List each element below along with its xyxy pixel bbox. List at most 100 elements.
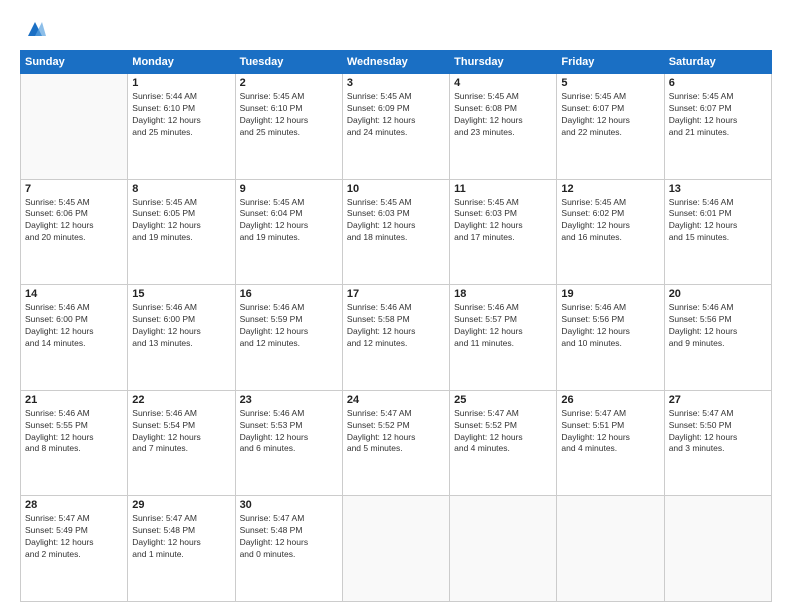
day-info: Sunrise: 5:47 AM Sunset: 5:50 PM Dayligh… xyxy=(669,408,767,456)
day-info: Sunrise: 5:45 AM Sunset: 6:05 PM Dayligh… xyxy=(132,197,230,245)
weekday-header-thursday: Thursday xyxy=(450,51,557,74)
weekday-header-saturday: Saturday xyxy=(664,51,771,74)
calendar-cell: 11 Sunrise: 5:45 AM Sunset: 6:03 PM Dayli… xyxy=(450,179,557,285)
day-info: Sunrise: 5:45 AM Sunset: 6:08 PM Dayligh… xyxy=(454,91,552,139)
weekday-header-wednesday: Wednesday xyxy=(342,51,449,74)
day-number: 27 xyxy=(669,394,767,406)
day-number: 19 xyxy=(561,288,659,300)
calendar-cell: 20 Sunrise: 5:46 AM Sunset: 5:56 PM Dayli… xyxy=(664,285,771,391)
header xyxy=(20,18,772,40)
weekday-header-monday: Monday xyxy=(128,51,235,74)
day-number: 9 xyxy=(240,183,338,195)
day-number: 29 xyxy=(132,499,230,511)
week-row-4: 21Sunrise: 5:46 AM Sunset: 5:55 PM Dayli… xyxy=(21,390,772,496)
calendar-cell: 9Sunrise: 5:45 AM Sunset: 6:04 PM Daylig… xyxy=(235,179,342,285)
day-number: 1 xyxy=(132,77,230,89)
day-number: 2 xyxy=(240,77,338,89)
calendar-cell: 12 Sunrise: 5:45 AM Sunset: 6:02 PM Dayli… xyxy=(557,179,664,285)
calendar-cell: 25Sunrise: 5:47 AM Sunset: 5:52 PM Dayli… xyxy=(450,390,557,496)
day-info: Sunrise: 5:46 AM Sunset: 5:59 PM Dayligh… xyxy=(240,302,338,350)
calendar-cell: 3Sunrise: 5:45 AM Sunset: 6:09 PM Daylig… xyxy=(342,74,449,180)
day-number: 7 xyxy=(25,183,123,195)
day-number: 10 xyxy=(347,183,445,195)
day-info: Sunrise: 5:45 AM Sunset: 6:03 PM Dayligh… xyxy=(454,197,552,245)
calendar-cell: 18 Sunrise: 5:46 AM Sunset: 5:57 PM Dayli… xyxy=(450,285,557,391)
calendar-cell: 26 Sunrise: 5:47 AM Sunset: 5:51 PM Dayli… xyxy=(557,390,664,496)
weekday-header-tuesday: Tuesday xyxy=(235,51,342,74)
day-number: 6 xyxy=(669,77,767,89)
calendar-cell: 22Sunrise: 5:46 AM Sunset: 5:54 PM Dayli… xyxy=(128,390,235,496)
calendar-cell: 28Sunrise: 5:47 AM Sunset: 5:49 PM Dayli… xyxy=(21,496,128,602)
day-info: Sunrise: 5:46 AM Sunset: 5:58 PM Dayligh… xyxy=(347,302,445,350)
calendar-cell: 2 Sunrise: 5:45 AM Sunset: 6:10 PM Daylig… xyxy=(235,74,342,180)
day-info: Sunrise: 5:47 AM Sunset: 5:52 PM Dayligh… xyxy=(347,408,445,456)
calendar-cell: 23 Sunrise: 5:46 AM Sunset: 5:53 PM Dayli… xyxy=(235,390,342,496)
week-row-3: 14 Sunrise: 5:46 AM Sunset: 6:00 PM Dayli… xyxy=(21,285,772,391)
calendar-cell xyxy=(450,496,557,602)
calendar-cell: 6 Sunrise: 5:45 AM Sunset: 6:07 PM Daylig… xyxy=(664,74,771,180)
calendar-cell xyxy=(21,74,128,180)
day-number: 25 xyxy=(454,394,552,406)
calendar-cell: 16 Sunrise: 5:46 AM Sunset: 5:59 PM Dayli… xyxy=(235,285,342,391)
day-info: Sunrise: 5:46 AM Sunset: 6:00 PM Dayligh… xyxy=(25,302,123,350)
calendar-cell: 13 Sunrise: 5:46 AM Sunset: 6:01 PM Dayli… xyxy=(664,179,771,285)
calendar-cell xyxy=(557,496,664,602)
calendar-cell: 17 Sunrise: 5:46 AM Sunset: 5:58 PM Dayli… xyxy=(342,285,449,391)
day-info: Sunrise: 5:46 AM Sunset: 5:56 PM Dayligh… xyxy=(669,302,767,350)
day-info: Sunrise: 5:45 AM Sunset: 6:03 PM Dayligh… xyxy=(347,197,445,245)
calendar-cell: 8 Sunrise: 5:45 AM Sunset: 6:05 PM Daylig… xyxy=(128,179,235,285)
day-number: 24 xyxy=(347,394,445,406)
day-number: 14 xyxy=(25,288,123,300)
calendar-table: SundayMondayTuesdayWednesdayThursdayFrid… xyxy=(20,50,772,602)
week-row-5: 28Sunrise: 5:47 AM Sunset: 5:49 PM Dayli… xyxy=(21,496,772,602)
day-number: 12 xyxy=(561,183,659,195)
day-number: 3 xyxy=(347,77,445,89)
day-number: 4 xyxy=(454,77,552,89)
logo xyxy=(20,18,46,40)
calendar-cell: 24 Sunrise: 5:47 AM Sunset: 5:52 PM Dayli… xyxy=(342,390,449,496)
day-info: Sunrise: 5:45 AM Sunset: 6:07 PM Dayligh… xyxy=(561,91,659,139)
day-info: Sunrise: 5:47 AM Sunset: 5:48 PM Dayligh… xyxy=(240,513,338,561)
day-number: 11 xyxy=(454,183,552,195)
day-number: 20 xyxy=(669,288,767,300)
day-number: 5 xyxy=(561,77,659,89)
day-number: 15 xyxy=(132,288,230,300)
weekday-header-friday: Friday xyxy=(557,51,664,74)
week-row-2: 7Sunrise: 5:45 AM Sunset: 6:06 PM Daylig… xyxy=(21,179,772,285)
day-info: Sunrise: 5:46 AM Sunset: 5:54 PM Dayligh… xyxy=(132,408,230,456)
day-info: Sunrise: 5:46 AM Sunset: 5:53 PM Dayligh… xyxy=(240,408,338,456)
calendar-cell: 30 Sunrise: 5:47 AM Sunset: 5:48 PM Dayli… xyxy=(235,496,342,602)
day-info: Sunrise: 5:45 AM Sunset: 6:07 PM Dayligh… xyxy=(669,91,767,139)
calendar-cell: 27 Sunrise: 5:47 AM Sunset: 5:50 PM Dayli… xyxy=(664,390,771,496)
calendar-cell xyxy=(664,496,771,602)
day-number: 23 xyxy=(240,394,338,406)
day-info: Sunrise: 5:46 AM Sunset: 5:57 PM Dayligh… xyxy=(454,302,552,350)
day-info: Sunrise: 5:46 AM Sunset: 5:56 PM Dayligh… xyxy=(561,302,659,350)
calendar-cell: 15Sunrise: 5:46 AM Sunset: 6:00 PM Dayli… xyxy=(128,285,235,391)
day-number: 8 xyxy=(132,183,230,195)
week-row-1: 1 Sunrise: 5:44 AM Sunset: 6:10 PM Daylig… xyxy=(21,74,772,180)
calendar-cell xyxy=(342,496,449,602)
day-info: Sunrise: 5:45 AM Sunset: 6:10 PM Dayligh… xyxy=(240,91,338,139)
day-number: 21 xyxy=(25,394,123,406)
calendar-cell: 4 Sunrise: 5:45 AM Sunset: 6:08 PM Daylig… xyxy=(450,74,557,180)
day-info: Sunrise: 5:46 AM Sunset: 6:01 PM Dayligh… xyxy=(669,197,767,245)
day-info: Sunrise: 5:47 AM Sunset: 5:51 PM Dayligh… xyxy=(561,408,659,456)
day-number: 18 xyxy=(454,288,552,300)
day-number: 26 xyxy=(561,394,659,406)
calendar-cell: 10 Sunrise: 5:45 AM Sunset: 6:03 PM Dayli… xyxy=(342,179,449,285)
calendar-cell: 19 Sunrise: 5:46 AM Sunset: 5:56 PM Dayli… xyxy=(557,285,664,391)
day-info: Sunrise: 5:45 AM Sunset: 6:02 PM Dayligh… xyxy=(561,197,659,245)
calendar-cell: 29Sunrise: 5:47 AM Sunset: 5:48 PM Dayli… xyxy=(128,496,235,602)
day-number: 16 xyxy=(240,288,338,300)
calendar-cell: 7Sunrise: 5:45 AM Sunset: 6:06 PM Daylig… xyxy=(21,179,128,285)
day-number: 17 xyxy=(347,288,445,300)
calendar-cell: 5 Sunrise: 5:45 AM Sunset: 6:07 PM Daylig… xyxy=(557,74,664,180)
day-info: Sunrise: 5:47 AM Sunset: 5:49 PM Dayligh… xyxy=(25,513,123,561)
logo-icon xyxy=(24,18,46,40)
calendar-cell: 14 Sunrise: 5:46 AM Sunset: 6:00 PM Dayli… xyxy=(21,285,128,391)
day-number: 30 xyxy=(240,499,338,511)
day-number: 13 xyxy=(669,183,767,195)
calendar-cell: 1 Sunrise: 5:44 AM Sunset: 6:10 PM Daylig… xyxy=(128,74,235,180)
day-info: Sunrise: 5:44 AM Sunset: 6:10 PM Dayligh… xyxy=(132,91,230,139)
